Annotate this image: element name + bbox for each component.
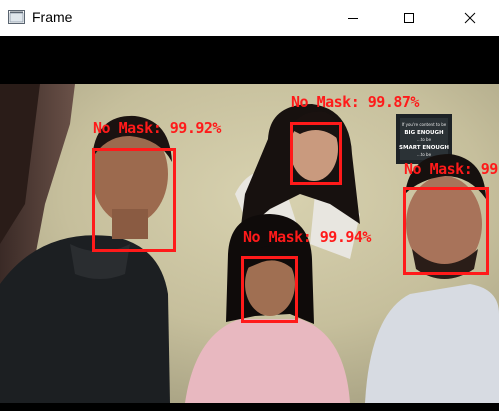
window-title: Frame — [32, 9, 73, 25]
face-detection-label: No Mask: 99.92% — [93, 119, 221, 137]
poster-line: ...to be — [417, 152, 432, 157]
title-bar[interactable]: Frame — [0, 0, 499, 36]
frame-canvas: If you're content to be BIG ENOUGH ...to… — [0, 36, 499, 411]
maximize-icon — [404, 13, 414, 23]
poster-line: BIG ENOUGH — [404, 130, 444, 136]
poster-line: ...to be — [417, 137, 432, 142]
close-button[interactable] — [447, 0, 493, 36]
close-icon — [464, 12, 476, 24]
poster-line: If you're content to be — [402, 122, 447, 127]
face-detection-label: No Mask: 99.94% — [243, 228, 371, 246]
face-detection-label: No Mask: 99.8 — [404, 160, 499, 178]
face-detection-box — [290, 122, 342, 185]
app-window-icon — [8, 10, 25, 24]
camera-feed: If you're content to be BIG ENOUGH ...to… — [0, 84, 499, 403]
face-detection-box — [92, 148, 176, 252]
app-window: Frame If you're content to be BIG ENOUGH… — [0, 0, 499, 411]
face-detection-box — [241, 256, 298, 323]
poster-line: SMART ENOUGH — [399, 145, 449, 151]
face-detection-label: No Mask: 99.87% — [291, 93, 419, 111]
minimize-button[interactable] — [330, 0, 376, 36]
minimize-icon — [348, 18, 358, 19]
face-detection-box — [403, 187, 489, 275]
maximize-button[interactable] — [386, 0, 432, 36]
